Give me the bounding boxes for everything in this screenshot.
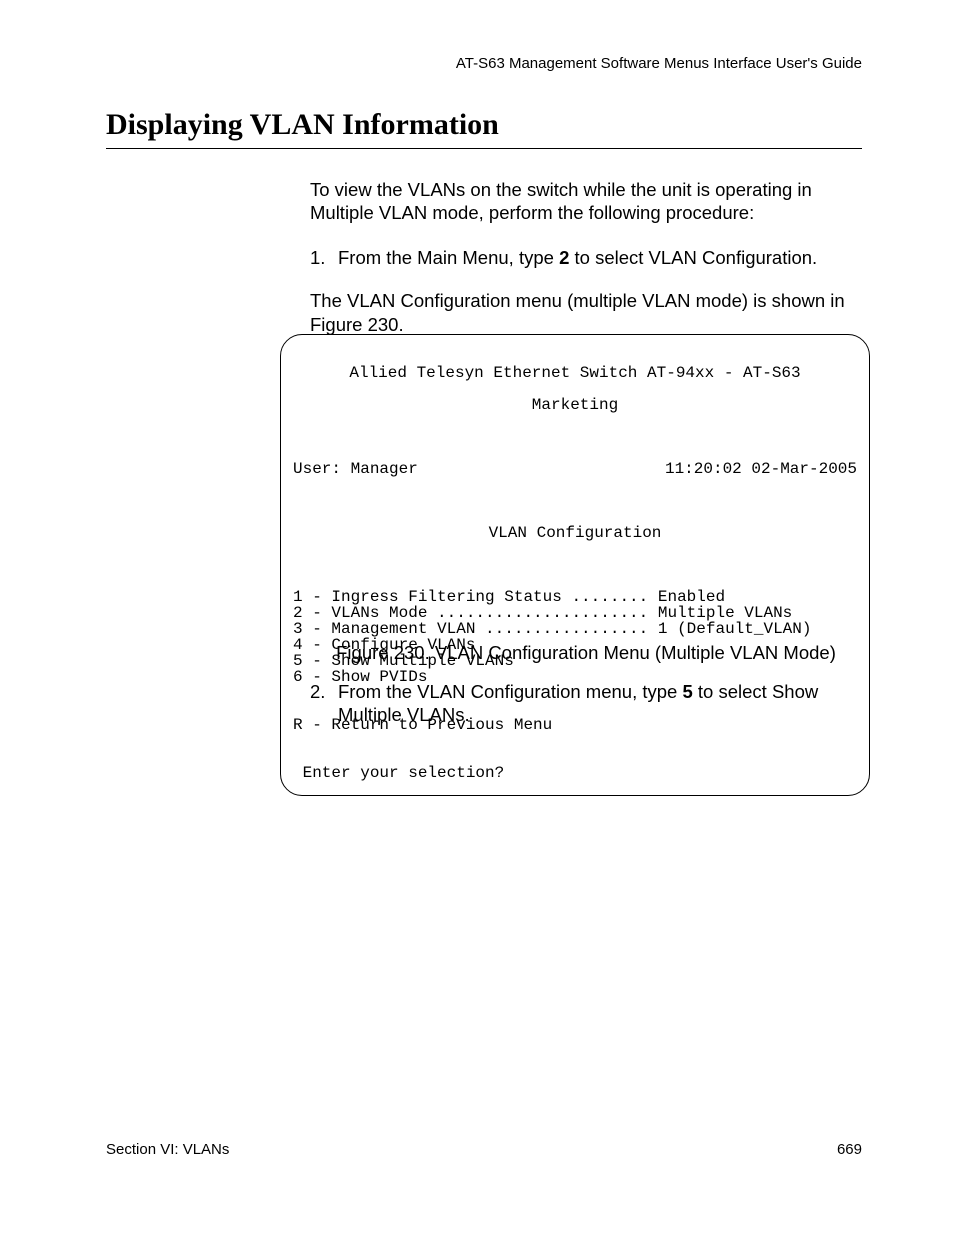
terminal-menu-title: VLAN Configuration: [293, 525, 857, 541]
title-block: Displaying VLAN Information: [106, 108, 862, 149]
step-1-pre: From the Main Menu, type: [338, 247, 559, 268]
footer-section: Section VI: VLANs: [106, 1141, 229, 1158]
footer-page-number: 669: [837, 1141, 862, 1158]
terminal-datetime: 11:20:02 02-Mar-2005: [665, 461, 857, 477]
terminal-user: User: Manager: [293, 461, 418, 477]
section-title: Displaying VLAN Information: [106, 108, 862, 142]
running-header: AT-S63 Management Software Menus Interfa…: [456, 55, 862, 72]
body-block-1: To view the VLANs on the switch while th…: [310, 178, 862, 358]
step-1-bold: 2: [559, 247, 569, 268]
step-2-bold: 5: [682, 681, 692, 702]
body-block-2: 2. From the VLAN Configuration menu, typ…: [310, 680, 862, 746]
intro-paragraph: To view the VLANs on the switch while th…: [310, 178, 862, 224]
terminal-header-2: Marketing: [293, 397, 857, 413]
page: AT-S63 Management Software Menus Interfa…: [0, 0, 954, 1235]
step-2-number: 2.: [310, 680, 338, 726]
step-1-post: to select VLAN Configuration.: [569, 247, 817, 268]
terminal-user-row: User: Manager 11:20:02 02-Mar-2005: [293, 461, 857, 477]
step-2: 2. From the VLAN Configuration menu, typ…: [310, 680, 862, 726]
step-1-sub: The VLAN Configuration menu (multiple VL…: [310, 289, 862, 335]
step-2-pre: From the VLAN Configuration menu, type: [338, 681, 682, 702]
step-1-number: 1.: [310, 246, 338, 269]
step-1-text: From the Main Menu, type 2 to select VLA…: [338, 246, 862, 269]
terminal-header-1: Allied Telesyn Ethernet Switch AT-94xx -…: [293, 365, 857, 381]
title-rule: [106, 148, 862, 149]
step-2-text: From the VLAN Configuration menu, type 5…: [338, 680, 862, 726]
terminal-prompt: Enter your selection?: [293, 764, 504, 782]
step-1: 1. From the Main Menu, type 2 to select …: [310, 246, 862, 269]
figure-caption: Figure 230. VLAN Configuration Menu (Mul…: [310, 642, 862, 664]
